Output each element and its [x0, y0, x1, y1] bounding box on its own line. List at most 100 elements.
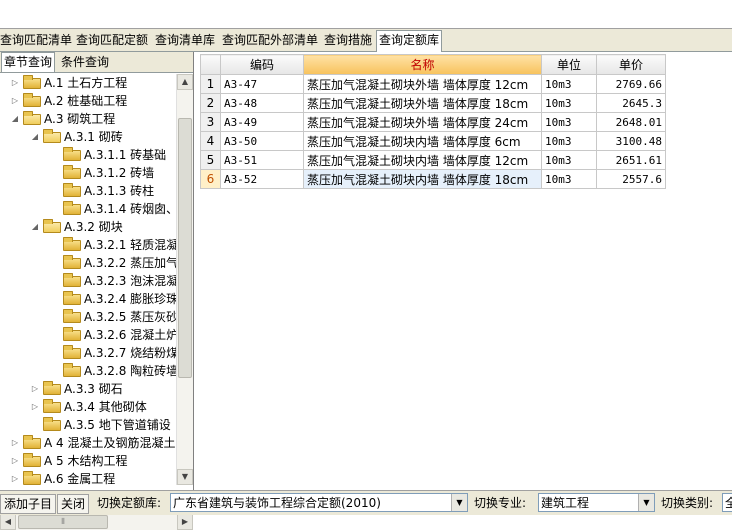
tree-node[interactable]: ▷ A 5 木结构工程	[0, 452, 176, 470]
tree-node[interactable]: A.3.2.7 烧结粉煤灰	[0, 344, 176, 362]
tree-node[interactable]: ▷ A.6 金属工程	[0, 470, 176, 485]
tree-node[interactable]: A.3.2.5 蒸压灰砂砖	[0, 308, 176, 326]
category-select[interactable]: 全	[722, 493, 732, 512]
cell-name[interactable]: 蒸压加气混凝土砌块外墙 墙体厚度 12cm	[303, 74, 542, 94]
horizontal-scroll-thumb[interactable]: ⦀	[18, 515, 108, 529]
cell-code[interactable]: A3-50	[220, 131, 304, 151]
cell-unit[interactable]: 10m3	[541, 150, 597, 170]
scroll-down-arrow-icon[interactable]: ▼	[177, 469, 193, 485]
header-code[interactable]: 编码	[220, 54, 304, 75]
cell-price[interactable]: 2648.01	[596, 112, 666, 132]
cell-name[interactable]: 蒸压加气混凝土砌块外墙 墙体厚度 18cm	[303, 93, 542, 113]
row-number[interactable]: 6	[200, 169, 221, 189]
table-row[interactable]: 3 A3-49 蒸压加气混凝土砌块外墙 墙体厚度 24cm 10m3 2648.01	[200, 112, 666, 132]
close-button[interactable]: 关闭	[57, 494, 90, 514]
cell-price[interactable]: 2645.3	[596, 93, 666, 113]
row-number[interactable]: 2	[200, 93, 221, 113]
cell-unit[interactable]: 10m3	[541, 169, 597, 189]
tree-node[interactable]: A.3.2.3 泡沫混凝土	[0, 272, 176, 290]
collapsed-arrow-icon[interactable]: ▷	[10, 74, 20, 92]
tab-match-quota[interactable]: 查询匹配定额	[74, 31, 150, 50]
cell-code[interactable]: A3-52	[220, 169, 304, 189]
tree-node[interactable]: A.3.2.6 混凝土炉渣	[0, 326, 176, 344]
tree-node[interactable]: A.3.1.1 砖基础	[0, 146, 176, 164]
table-row[interactable]: 6 A3-52 蒸压加气混凝土砌块内墙 墙体厚度 18cm 10m3 2557.6	[200, 169, 666, 189]
tree-node[interactable]: A.3.1.3 砖柱	[0, 182, 176, 200]
row-number[interactable]: 5	[200, 150, 221, 170]
cell-price[interactable]: 2557.6	[596, 169, 666, 189]
tree-node[interactable]: A.3.5 地下管道铺设	[0, 416, 176, 434]
table-row[interactable]: 4 A3-50 蒸压加气混凝土砌块内墙 墙体厚度 6cm 10m3 3100.48	[200, 131, 666, 151]
chevron-down-icon[interactable]: ▼	[638, 494, 654, 511]
cell-unit[interactable]: 10m3	[541, 112, 597, 132]
tree-node[interactable]: ▷ A.3.3 砌石	[0, 380, 176, 398]
cell-code[interactable]: A3-48	[220, 93, 304, 113]
folder-icon	[63, 255, 81, 269]
cell-code[interactable]: A3-51	[220, 150, 304, 170]
tree-node[interactable]: ▷ A 4 混凝土及钢筋混凝土工程	[0, 434, 176, 452]
scroll-left-arrow-icon[interactable]: ◀	[0, 514, 16, 530]
tab-external-list[interactable]: 查询匹配外部清单	[220, 31, 320, 50]
cell-code[interactable]: A3-47	[220, 74, 304, 94]
major-select[interactable]: 建筑工程 ▼	[538, 493, 655, 512]
tree-node[interactable]: ▷ A.3.4 其他砌体	[0, 398, 176, 416]
quota-table: 编码 名称 单位 单价 1 A3-47 蒸压加气混凝土砌块外墙 墙体厚度 12cm 1…	[200, 54, 666, 189]
row-number[interactable]: 3	[200, 112, 221, 132]
expanded-arrow-icon[interactable]: ◢	[30, 128, 40, 146]
vertical-scroll-thumb[interactable]	[178, 118, 192, 378]
collapsed-arrow-icon[interactable]: ▷	[10, 92, 20, 110]
tree-node[interactable]: A.3.2.8 陶粒砖墙	[0, 362, 176, 380]
scroll-right-arrow-icon[interactable]: ▶	[177, 514, 193, 530]
expanded-arrow-icon[interactable]: ◢	[10, 110, 20, 128]
table-row[interactable]: 2 A3-48 蒸压加气混凝土砌块外墙 墙体厚度 18cm 10m3 2645.3	[200, 93, 666, 113]
header-row-number[interactable]	[200, 54, 221, 75]
cell-name[interactable]: 蒸压加气混凝土砌块外墙 墙体厚度 24cm	[303, 112, 542, 132]
row-number[interactable]: 4	[200, 131, 221, 151]
collapsed-arrow-icon[interactable]: ▷	[10, 434, 20, 452]
expanded-arrow-icon[interactable]: ◢	[30, 218, 40, 236]
cell-name[interactable]: 蒸压加气混凝土砌块内墙 墙体厚度 6cm	[303, 131, 542, 151]
cell-unit[interactable]: 10m3	[541, 93, 597, 113]
header-unit[interactable]: 单位	[541, 54, 597, 75]
tree-node[interactable]: ◢ A.3.2 砌块	[0, 218, 176, 236]
tab-condition-query[interactable]: 条件查询	[59, 53, 111, 71]
cell-price[interactable]: 2651.61	[596, 150, 666, 170]
tree-node[interactable]: ▷ A.1 土石方工程	[0, 74, 176, 92]
tree-node[interactable]: A.3.2.4 膨胀珍珠岩	[0, 290, 176, 308]
table-row[interactable]: 5 A3-51 蒸压加气混凝土砌块内墙 墙体厚度 12cm 10m3 2651.61	[200, 150, 666, 170]
tree-node[interactable]: ◢ A.3.1 砌砖	[0, 128, 176, 146]
tree-node[interactable]: ◢ A.3 砌筑工程	[0, 110, 176, 128]
quota-library-select[interactable]: 广东省建筑与装饰工程综合定额(2010) ▼	[170, 493, 468, 512]
cell-name[interactable]: 蒸压加气混凝土砌块内墙 墙体厚度 12cm	[303, 150, 542, 170]
cell-price[interactable]: 2769.66	[596, 74, 666, 94]
tree-vertical-scrollbar[interactable]: ▲ ▼	[176, 74, 193, 485]
tab-match-list[interactable]: 查询匹配清单	[0, 31, 74, 50]
cell-name[interactable]: 蒸压加气混凝土砌块内墙 墙体厚度 18cm	[303, 169, 542, 189]
tab-list-library[interactable]: 查询清单库	[153, 31, 217, 50]
scroll-up-arrow-icon[interactable]: ▲	[177, 74, 193, 90]
collapsed-arrow-icon[interactable]: ▷	[10, 470, 20, 485]
chevron-down-icon[interactable]: ▼	[451, 494, 467, 511]
cell-code[interactable]: A3-49	[220, 112, 304, 132]
header-name[interactable]: 名称	[303, 54, 542, 75]
collapsed-arrow-icon[interactable]: ▷	[30, 380, 40, 398]
add-child-button[interactable]: 添加子目	[0, 494, 57, 514]
collapsed-arrow-icon[interactable]: ▷	[30, 398, 40, 416]
cell-unit[interactable]: 10m3	[541, 131, 597, 151]
cell-unit[interactable]: 10m3	[541, 74, 597, 94]
collapsed-arrow-icon[interactable]: ▷	[10, 452, 20, 470]
row-number[interactable]: 1	[200, 74, 221, 94]
tree-node[interactable]: A.3.2.2 蒸压加气混	[0, 254, 176, 272]
table-row[interactable]: 1 A3-47 蒸压加气混凝土砌块外墙 墙体厚度 12cm 10m3 2769.66	[200, 74, 666, 94]
tab-chapter-query[interactable]: 章节查询	[1, 52, 56, 72]
folder-icon	[23, 453, 41, 467]
tree-node[interactable]: A.3.1.2 砖墙	[0, 164, 176, 182]
tree-node[interactable]: ▷ A.2 桩基础工程	[0, 92, 176, 110]
tree-node[interactable]: A.3.1.4 砖烟囱、水	[0, 200, 176, 218]
tree-node[interactable]: A.3.2.1 轻质混凝土	[0, 236, 176, 254]
cell-price[interactable]: 3100.48	[596, 131, 666, 151]
header-price[interactable]: 单价	[596, 54, 666, 75]
tab-quota-library[interactable]: 查询定额库	[376, 30, 443, 52]
tab-measures[interactable]: 查询措施	[322, 31, 374, 50]
tree-horizontal-scrollbar[interactable]: ◀ ⦀ ▶	[0, 513, 193, 530]
